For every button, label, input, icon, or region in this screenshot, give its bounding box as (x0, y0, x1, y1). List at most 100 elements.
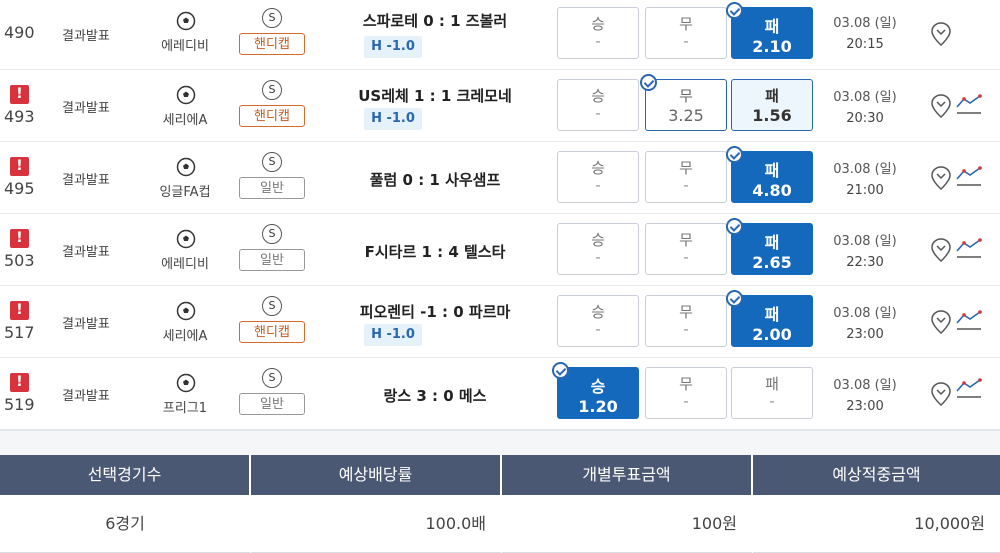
match-date: 03.08 (일) (833, 90, 897, 105)
odds-win-button[interactable]: 승- (557, 223, 639, 275)
trend-chart-icon[interactable] (955, 165, 983, 187)
match-number: 490 (4, 23, 35, 42)
location-pin-icon[interactable] (930, 237, 952, 263)
odds-label: 무 (679, 303, 693, 321)
odds-lose-button[interactable]: 패- (731, 367, 813, 419)
odds-win-button[interactable]: 승 1.20 (552, 362, 639, 419)
trend-chart-icon[interactable] (955, 237, 983, 259)
section-divider (0, 430, 1000, 455)
odds-value: - (595, 250, 601, 266)
check-icon (726, 2, 743, 19)
location-pin-icon[interactable] (930, 309, 952, 335)
result-status: 결과발표 (62, 101, 110, 116)
bet-type-badge: 일반 (239, 249, 305, 271)
summary-header-odds: 예상배당률 (251, 455, 500, 495)
table-row: ! 517 결과발표 세리에A S 핸디캡 피오렌티 -1 : 0 파르마 H … (0, 285, 1000, 358)
odds-label: 무 (679, 159, 693, 177)
soccer-ball-icon (176, 229, 196, 249)
summary-header-stake: 개별투표금액 (502, 455, 751, 495)
summary-value-stake: 100원 (502, 495, 752, 553)
odds-lose-button[interactable]: 패 1.56 (731, 79, 813, 131)
odds-draw-button[interactable]: 무- (645, 151, 727, 203)
odds-label: 승 (591, 159, 605, 177)
s-icon: S (262, 80, 282, 100)
summary-value-payout: 10,000원 (753, 495, 1000, 553)
odds-value: - (683, 178, 689, 194)
match-time: 23:00 (846, 327, 884, 342)
match-title[interactable]: 피오렌티 -1 : 0 파르마 (320, 301, 550, 322)
location-pin-icon[interactable] (930, 165, 952, 191)
alert-icon: ! (10, 229, 29, 248)
odds-draw-button[interactable]: 무- (645, 223, 727, 275)
trend-chart-icon[interactable] (955, 377, 983, 399)
odds-win-button[interactable]: 승- (557, 7, 639, 59)
odds-win-button[interactable]: 승- (557, 151, 639, 203)
match-date: 03.08 (일) (833, 234, 897, 249)
check-icon (726, 146, 743, 163)
odds-value: 3.25 (668, 106, 704, 125)
match-title[interactable]: F시타르 1 : 4 텔스타 (320, 241, 550, 262)
check-icon (726, 218, 743, 235)
league-name: 프리그1 (162, 401, 208, 416)
table-row: 490 결과발표 에레디비 S 핸디캡 스파로테 0 : 1 즈볼러 H -1.… (0, 0, 1000, 70)
check-icon (552, 362, 569, 379)
summary-header-payout: 예상적중금액 (753, 455, 1000, 495)
odds-value: - (683, 322, 689, 338)
odds-win-button[interactable]: 승- (557, 79, 639, 131)
odds-value: - (683, 34, 689, 50)
odds-label: 패 (764, 17, 780, 36)
match-time: 21:00 (846, 183, 884, 198)
odds-value: - (595, 106, 601, 122)
odds-draw-button[interactable]: 무- (645, 295, 727, 347)
league-name: 에레디비 (161, 39, 209, 54)
alert-icon: ! (10, 157, 29, 176)
location-pin-icon[interactable] (930, 21, 952, 47)
match-title[interactable]: 랑스 3 : 0 메스 (320, 385, 550, 406)
odds-draw-button[interactable]: 무 3.25 (640, 74, 727, 131)
handicap-badge: H -1.0 (364, 324, 422, 346)
odds-lose-button[interactable]: 패 4.80 (726, 146, 813, 203)
odds-value: 1.56 (752, 106, 792, 125)
soccer-ball-icon (176, 11, 196, 31)
odds-value: - (769, 394, 775, 410)
soccer-ball-icon (176, 85, 196, 105)
summary-header-games: 선택경기수 (0, 455, 249, 495)
odds-draw-button[interactable]: 무- (645, 367, 727, 419)
odds-lose-button[interactable]: 패 2.65 (726, 218, 813, 275)
result-status: 결과발표 (62, 389, 110, 404)
odds-value: 2.10 (752, 37, 792, 56)
match-title[interactable]: 풀럼 0 : 1 사우샘프 (320, 169, 550, 190)
odds-lose-button[interactable]: 패 2.10 (726, 2, 813, 59)
odds-label: 패 (764, 305, 780, 324)
result-status: 결과발표 (62, 245, 110, 260)
odds-label: 무 (679, 15, 693, 33)
bet-type-badge: 일반 (239, 177, 305, 199)
result-status: 결과발표 (62, 29, 110, 44)
odds-label: 승 (590, 377, 606, 396)
odds-win-button[interactable]: 승- (557, 295, 639, 347)
match-title[interactable]: 스파로테 0 : 1 즈볼러 (320, 10, 550, 31)
trend-chart-icon[interactable] (955, 309, 983, 331)
odds-draw-button[interactable]: 무- (645, 7, 727, 59)
table-row: ! 493 결과발표 세리에A S 핸디캡 US레체 1 : 1 크레모네 H … (0, 69, 1000, 142)
location-pin-icon[interactable] (930, 93, 952, 119)
odds-lose-button[interactable]: 패 2.00 (726, 290, 813, 347)
odds-label: 무 (679, 231, 693, 249)
handicap-badge: H -1.0 (364, 36, 422, 58)
odds-label: 패 (765, 375, 779, 393)
league-name: 세리에A (162, 329, 208, 344)
location-pin-icon[interactable] (930, 381, 952, 407)
match-date: 03.08 (일) (833, 162, 897, 177)
summary-value-odds: 100.0배 (251, 495, 501, 553)
alert-icon: ! (10, 301, 29, 320)
match-time: 23:00 (846, 399, 884, 414)
trend-chart-icon[interactable] (955, 93, 983, 115)
s-icon: S (262, 8, 282, 28)
odds-value: 4.80 (752, 181, 792, 200)
check-icon (726, 290, 743, 307)
odds-label: 무 (679, 375, 693, 393)
match-title[interactable]: US레체 1 : 1 크레모네 (320, 85, 550, 106)
alert-icon: ! (10, 85, 29, 104)
odds-value: - (595, 322, 601, 338)
s-icon: S (262, 224, 282, 244)
